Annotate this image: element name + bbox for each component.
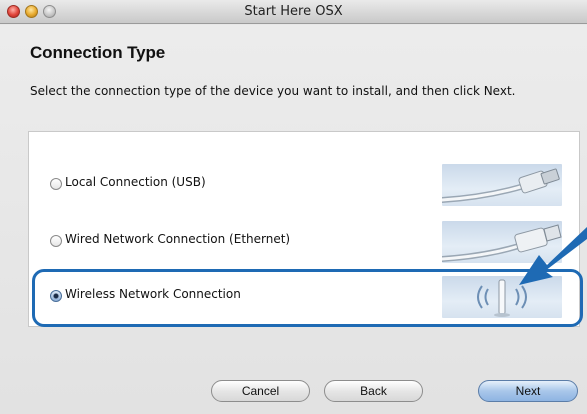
- selected-option-highlight: [32, 269, 583, 327]
- title-bar: Start Here OSX: [0, 0, 587, 24]
- radio-local-usb[interactable]: [50, 178, 62, 190]
- option-wired-ethernet[interactable]: Wired Network Connection (Ethernet): [29, 215, 581, 265]
- instruction-text: Select the connection type of the device…: [30, 84, 516, 98]
- cancel-button[interactable]: Cancel: [211, 380, 310, 402]
- window-title: Start Here OSX: [244, 4, 343, 19]
- option-label-wired-ethernet: Wired Network Connection (Ethernet): [65, 232, 291, 246]
- option-label-local-usb: Local Connection (USB): [65, 175, 206, 189]
- arrow-pointer-icon: [511, 221, 587, 293]
- back-button[interactable]: Back: [324, 380, 423, 402]
- page-title: Connection Type: [30, 43, 166, 62]
- option-local-usb[interactable]: Local Connection (USB): [29, 158, 581, 208]
- next-button[interactable]: Next: [478, 380, 578, 402]
- radio-wired-ethernet[interactable]: [50, 235, 62, 247]
- dialog-content: Connection Type Select the connection ty…: [0, 25, 587, 414]
- installer-window: Start Here OSX Connection Type Select th…: [0, 0, 587, 414]
- usb-cable-icon: [442, 164, 562, 206]
